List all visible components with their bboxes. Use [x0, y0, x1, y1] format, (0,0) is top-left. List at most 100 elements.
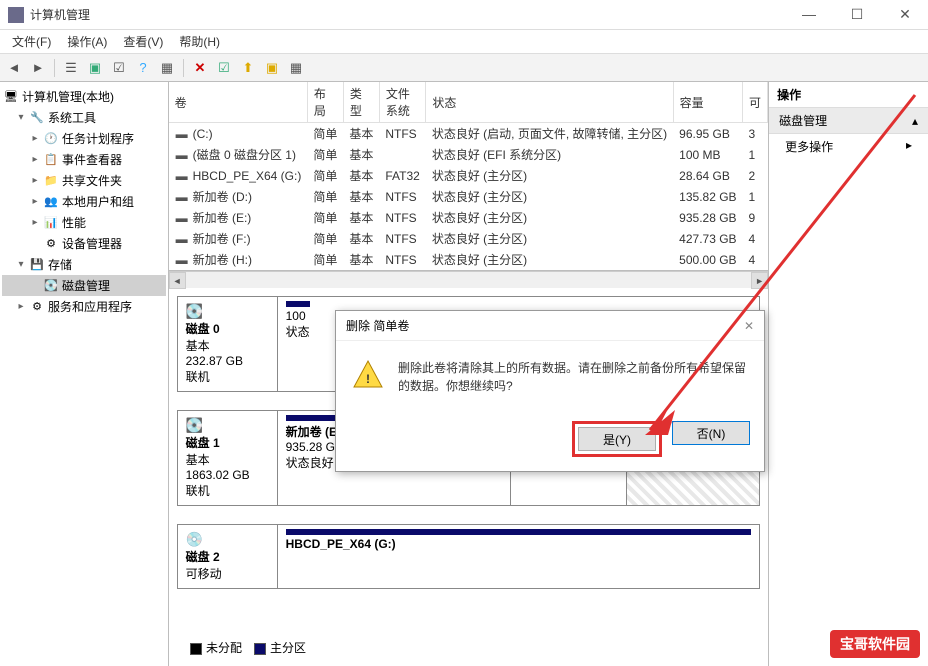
- disk-size: 1863.02 GB: [186, 468, 269, 482]
- window-titlebar: 计算机管理 — ☐ ✕: [0, 0, 928, 30]
- col-status[interactable]: 状态: [426, 82, 673, 123]
- storage-icon: 💾: [30, 258, 44, 272]
- expand-icon: ▸: [30, 196, 40, 207]
- volume-icon: ▬: [175, 190, 189, 204]
- computer-icon: 🖥: [4, 90, 18, 104]
- toolbar-icon[interactable]: ▣: [85, 58, 105, 78]
- disk-icon: 💽: [44, 279, 58, 293]
- maximize-button[interactable]: ☐: [842, 6, 872, 23]
- toolbar-icon[interactable]: ▦: [157, 58, 177, 78]
- dialog-message: 删除此卷将清除其上的所有数据。请在删除之前备份所有希望保留的数据。你想继续吗?: [398, 359, 748, 395]
- tree-system-tools[interactable]: ▾ 🔧 系统工具: [2, 107, 166, 128]
- tree-shared-folders[interactable]: ▸ 📁 共享文件夹: [2, 170, 166, 191]
- table-row[interactable]: ▬新加卷 (H:)简单基本NTFS状态良好 (主分区)500.00 GB4: [169, 249, 768, 270]
- partition[interactable]: HBCD_PE_X64 (G:): [278, 525, 759, 588]
- menu-view[interactable]: 查看(V): [115, 30, 171, 53]
- disk-icon: 💽: [186, 303, 269, 320]
- disk-status: 联机: [186, 482, 269, 499]
- tree-task-scheduler[interactable]: ▸ 🕐 任务计划程序: [2, 128, 166, 149]
- volume-table: 卷 布局 类型 文件系统 状态 容量 可 ▬(C:)简单基本NTFS状态良好 (…: [169, 82, 768, 271]
- menubar: 文件(F) 操作(A) 查看(V) 帮助(H): [0, 30, 928, 54]
- volume-icon: ▬: [175, 127, 189, 141]
- toolbar-icon[interactable]: ▦: [286, 58, 306, 78]
- services-icon: ⚙: [30, 300, 44, 314]
- refresh-button[interactable]: ☑: [109, 58, 129, 78]
- menu-action[interactable]: 操作(A): [59, 30, 115, 53]
- tree-label: 服务和应用程序: [48, 298, 132, 315]
- svg-text:!: !: [366, 372, 370, 386]
- tree-local-users[interactable]: ▸ 👥 本地用户和组: [2, 191, 166, 212]
- expand-icon: ▸: [16, 301, 26, 312]
- col-capacity[interactable]: 容量: [673, 82, 742, 123]
- toolbar-icon[interactable]: ☰: [61, 58, 81, 78]
- disk-header: 💽 磁盘 0 基本 232.87 GB 联机: [178, 297, 278, 391]
- toolbar-icon[interactable]: ▣: [262, 58, 282, 78]
- actions-group[interactable]: 磁盘管理 ▴: [769, 108, 928, 134]
- more-actions[interactable]: 更多操作 ▸: [769, 134, 928, 159]
- table-row[interactable]: ▬(C:)简单基本NTFS状态良好 (启动, 页面文件, 故障转储, 主分区)9…: [169, 123, 768, 145]
- expand-icon: ▸: [30, 133, 40, 144]
- disk-name: 磁盘 0: [186, 320, 269, 337]
- tree-event-viewer[interactable]: ▸ 📋 事件查看器: [2, 149, 166, 170]
- legend-label: 未分配: [206, 641, 242, 655]
- col-type[interactable]: 类型: [343, 82, 379, 123]
- col-layout[interactable]: 布局: [307, 82, 343, 123]
- disk-type: 基本: [186, 337, 269, 354]
- tree-services[interactable]: ▸ ⚙ 服务和应用程序: [2, 296, 166, 317]
- scroll-left-icon[interactable]: ◄: [169, 272, 186, 289]
- no-button[interactable]: 否(N): [672, 421, 750, 445]
- col-free[interactable]: 可: [743, 82, 768, 123]
- legend-swatch-unallocated: [190, 643, 202, 655]
- chevron-right-icon: ▸: [906, 138, 912, 152]
- table-row[interactable]: ▬新加卷 (E:)简单基本NTFS状态良好 (主分区)935.28 GB9: [169, 207, 768, 228]
- window-title: 计算机管理: [30, 6, 794, 23]
- horizontal-scrollbar[interactable]: ◄ ►: [169, 271, 768, 288]
- toolbar-icon[interactable]: ☑: [214, 58, 234, 78]
- scroll-right-icon[interactable]: ►: [751, 272, 768, 289]
- tree-storage[interactable]: ▾ 💾 存储: [2, 254, 166, 275]
- menu-help[interactable]: 帮助(H): [171, 30, 228, 53]
- forward-button[interactable]: ►: [28, 58, 48, 78]
- toolbar-icon[interactable]: ⬆: [238, 58, 258, 78]
- watermark: 宝哥软件园: [830, 630, 920, 658]
- tree-label: 设备管理器: [62, 235, 122, 252]
- back-button[interactable]: ◄: [4, 58, 24, 78]
- tree-performance[interactable]: ▸ 📊 性能: [2, 212, 166, 233]
- tree-label: 事件查看器: [62, 151, 122, 168]
- disk-header: 💿 磁盘 2 可移动: [178, 525, 278, 588]
- chevron-up-icon: ▴: [912, 114, 918, 128]
- table-row[interactable]: ▬新加卷 (D:)简单基本NTFS状态良好 (主分区)135.82 GB1: [169, 186, 768, 207]
- table-row[interactable]: ▬新加卷 (F:)简单基本NTFS状态良好 (主分区)427.73 GB4: [169, 228, 768, 249]
- tree-disk-management[interactable]: 💽 磁盘管理: [2, 275, 166, 296]
- expand-icon: ▾: [16, 259, 26, 270]
- more-actions-label: 更多操作: [785, 140, 833, 154]
- col-filesystem[interactable]: 文件系统: [379, 82, 425, 123]
- tree-label: 存储: [48, 256, 72, 273]
- tree-label: 本地用户和组: [62, 193, 134, 210]
- minimize-button[interactable]: —: [794, 6, 824, 23]
- partition-name: HBCD_PE_X64 (G:): [286, 537, 751, 551]
- partition-size: 100: [286, 309, 310, 323]
- warning-icon: !: [352, 359, 384, 391]
- table-row[interactable]: ▬HBCD_PE_X64 (G:)简单基本FAT32状态良好 (主分区)28.6…: [169, 165, 768, 186]
- table-row[interactable]: ▬(磁盘 0 磁盘分区 1)简单基本状态良好 (EFI 系统分区)100 MB1: [169, 144, 768, 165]
- dialog-close-button[interactable]: ✕: [744, 319, 754, 333]
- help-button[interactable]: ?: [133, 58, 153, 78]
- expand-icon: ▸: [30, 154, 40, 165]
- device-icon: ⚙: [44, 237, 58, 251]
- col-volume[interactable]: 卷: [169, 82, 308, 123]
- menu-file[interactable]: 文件(F): [4, 30, 59, 53]
- yes-button[interactable]: 是(Y): [578, 427, 656, 451]
- volume-icon: ▬: [175, 211, 189, 225]
- disk-header: 💽 磁盘 1 基本 1863.02 GB 联机: [178, 411, 278, 505]
- expand-icon: ▸: [30, 175, 40, 186]
- disk-row[interactable]: 💿 磁盘 2 可移动 HBCD_PE_X64 (G:): [177, 524, 760, 589]
- close-button[interactable]: ✕: [890, 6, 920, 23]
- disk-status: 联机: [186, 368, 269, 385]
- tree-device-manager[interactable]: ⚙ 设备管理器: [2, 233, 166, 254]
- confirm-dialog: 删除 简单卷 ✕ ! 删除此卷将清除其上的所有数据。请在删除之前备份所有希望保留…: [335, 310, 765, 472]
- yes-highlight: 是(Y): [572, 421, 662, 457]
- delete-icon[interactable]: ✕: [190, 58, 210, 78]
- partition[interactable]: 100 状态: [278, 297, 318, 391]
- tree-root[interactable]: 🖥 计算机管理(本地): [2, 86, 166, 107]
